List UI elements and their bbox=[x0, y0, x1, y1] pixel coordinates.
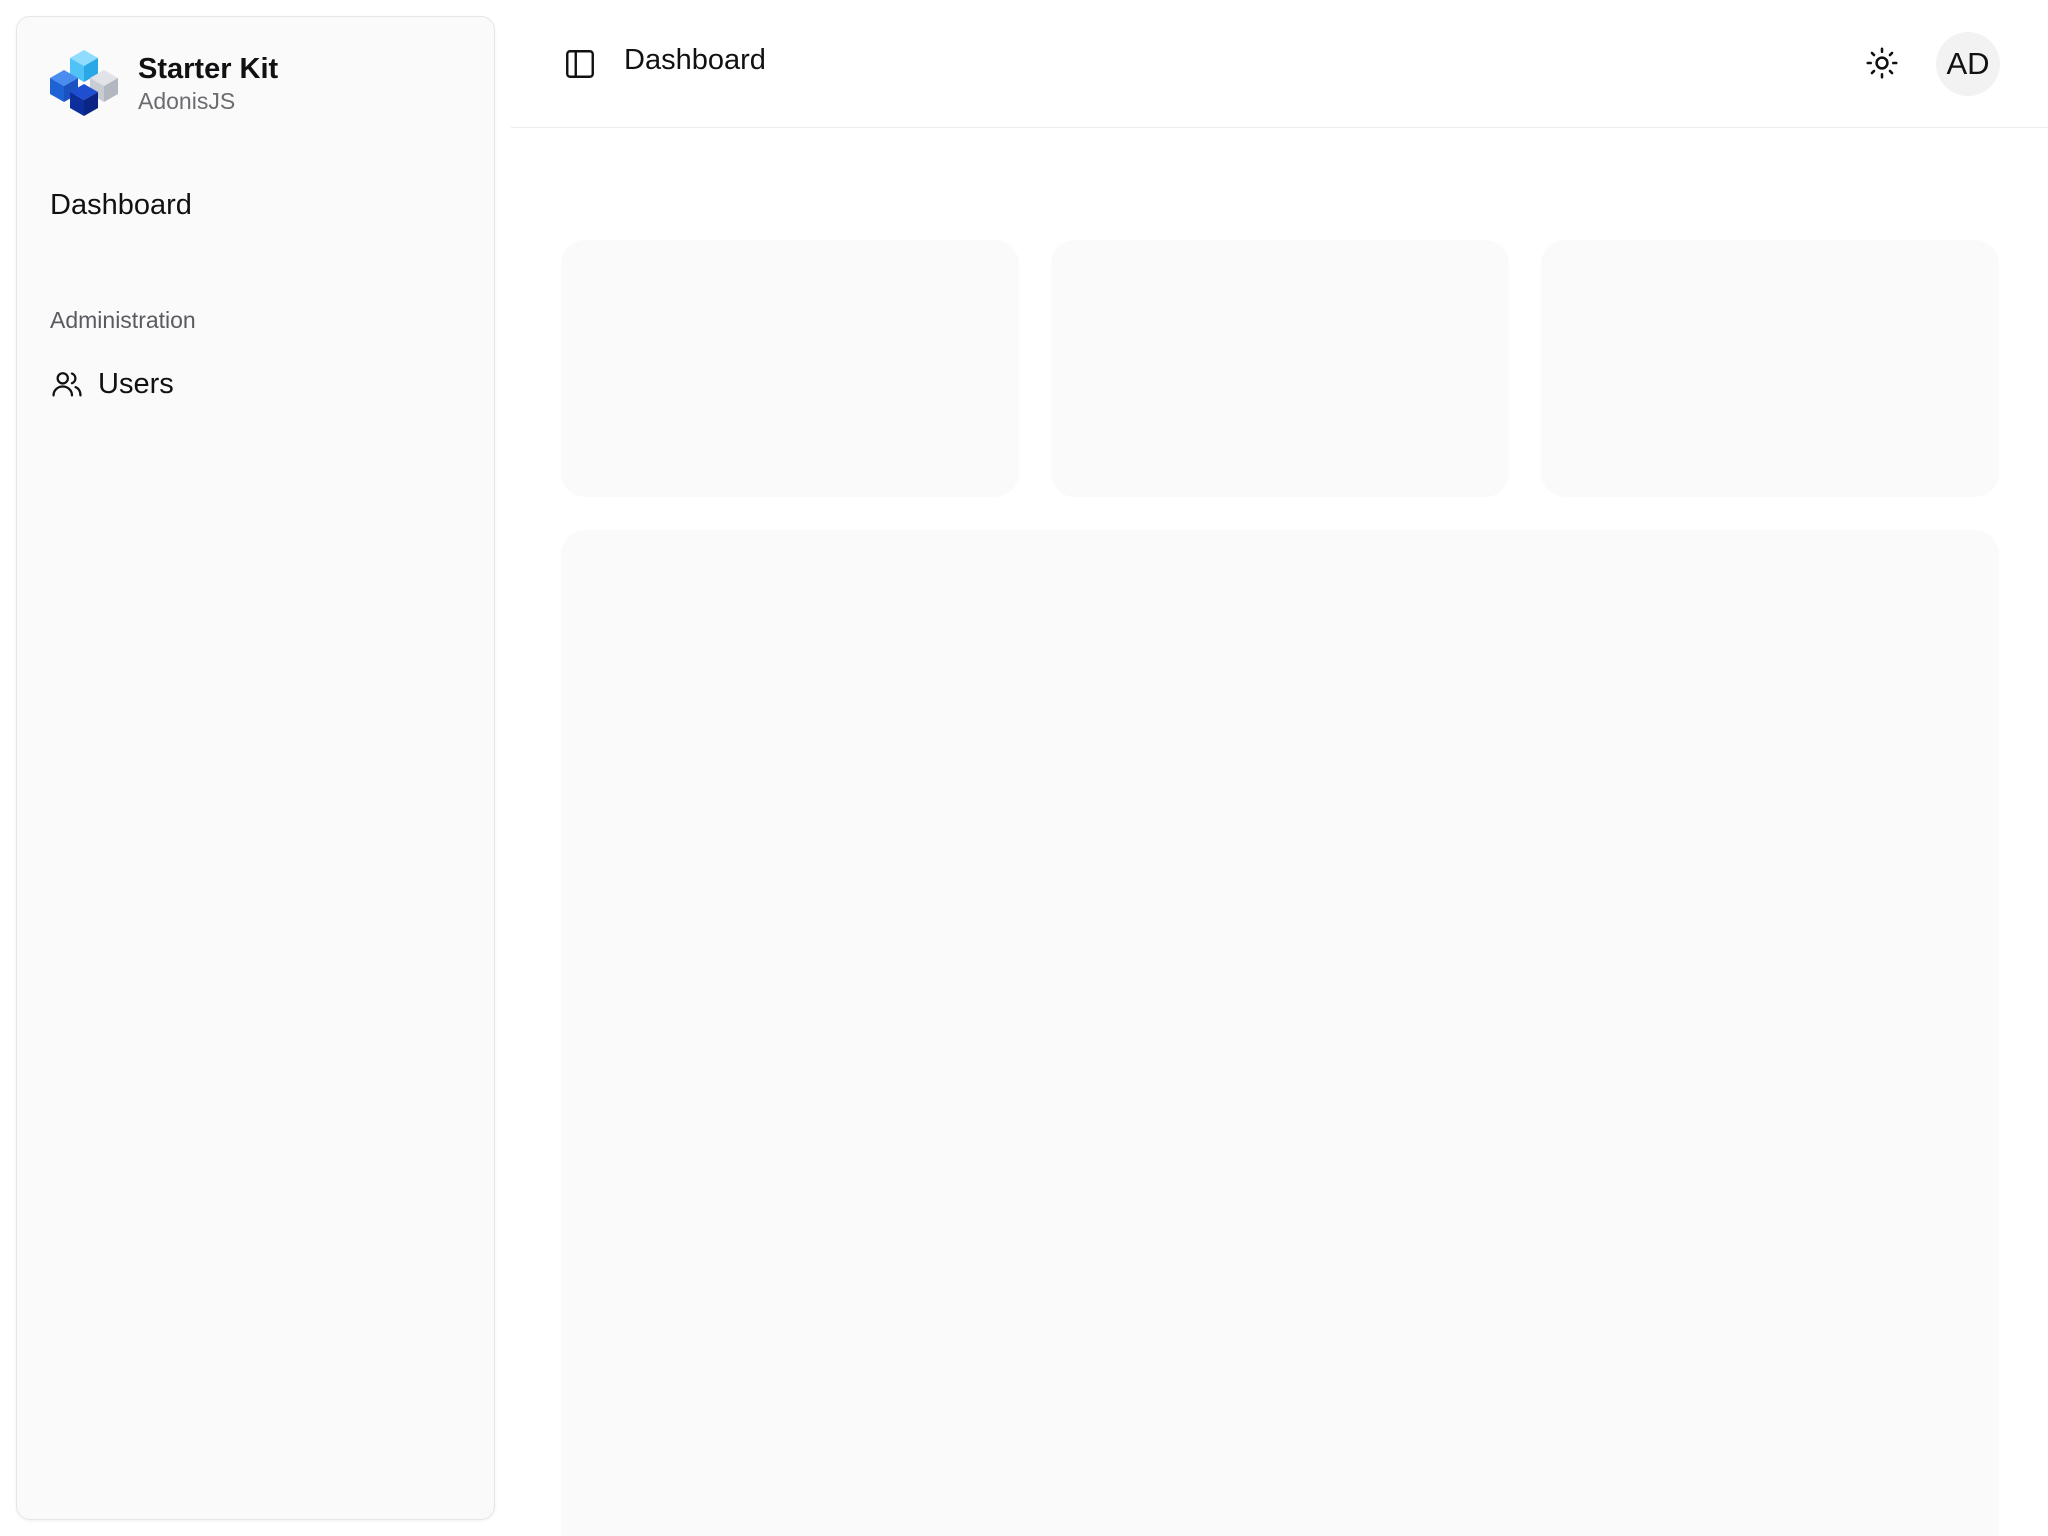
sun-icon[interactable] bbox=[1864, 45, 1900, 81]
skeleton-card bbox=[561, 240, 1019, 497]
brand-title: Starter Kit bbox=[138, 53, 279, 85]
skeleton-panel bbox=[561, 530, 1999, 1536]
sidebar-toggle-icon[interactable] bbox=[563, 47, 597, 81]
sidebar: Starter Kit AdonisJS Dashboard Administr… bbox=[16, 16, 495, 1520]
topbar: Dashboard AD bbox=[511, 0, 2048, 128]
cubes-logo-icon bbox=[50, 50, 118, 116]
users-icon bbox=[52, 372, 82, 397]
app-root: Starter Kit AdonisJS Dashboard Administr… bbox=[0, 0, 2048, 1536]
avatar-initials: AD bbox=[1946, 46, 1990, 81]
avatar[interactable]: AD bbox=[1936, 32, 2000, 96]
sidebar-item-label: Users bbox=[98, 367, 174, 400]
sidebar-item-label: Dashboard bbox=[50, 189, 192, 221]
sidebar-section-administration: Administration bbox=[50, 307, 196, 333]
skeleton-card bbox=[1051, 240, 1509, 497]
sidebar-item-dashboard[interactable]: Dashboard bbox=[50, 189, 192, 222]
skeleton-card bbox=[1541, 240, 1999, 497]
brand[interactable]: Starter Kit AdonisJS bbox=[50, 48, 278, 118]
brand-text: Starter Kit AdonisJS bbox=[138, 51, 278, 115]
brand-subtitle: AdonisJS bbox=[138, 88, 236, 114]
page-title: Dashboard bbox=[624, 44, 766, 76]
sidebar-item-users[interactable]: Users bbox=[50, 367, 174, 401]
